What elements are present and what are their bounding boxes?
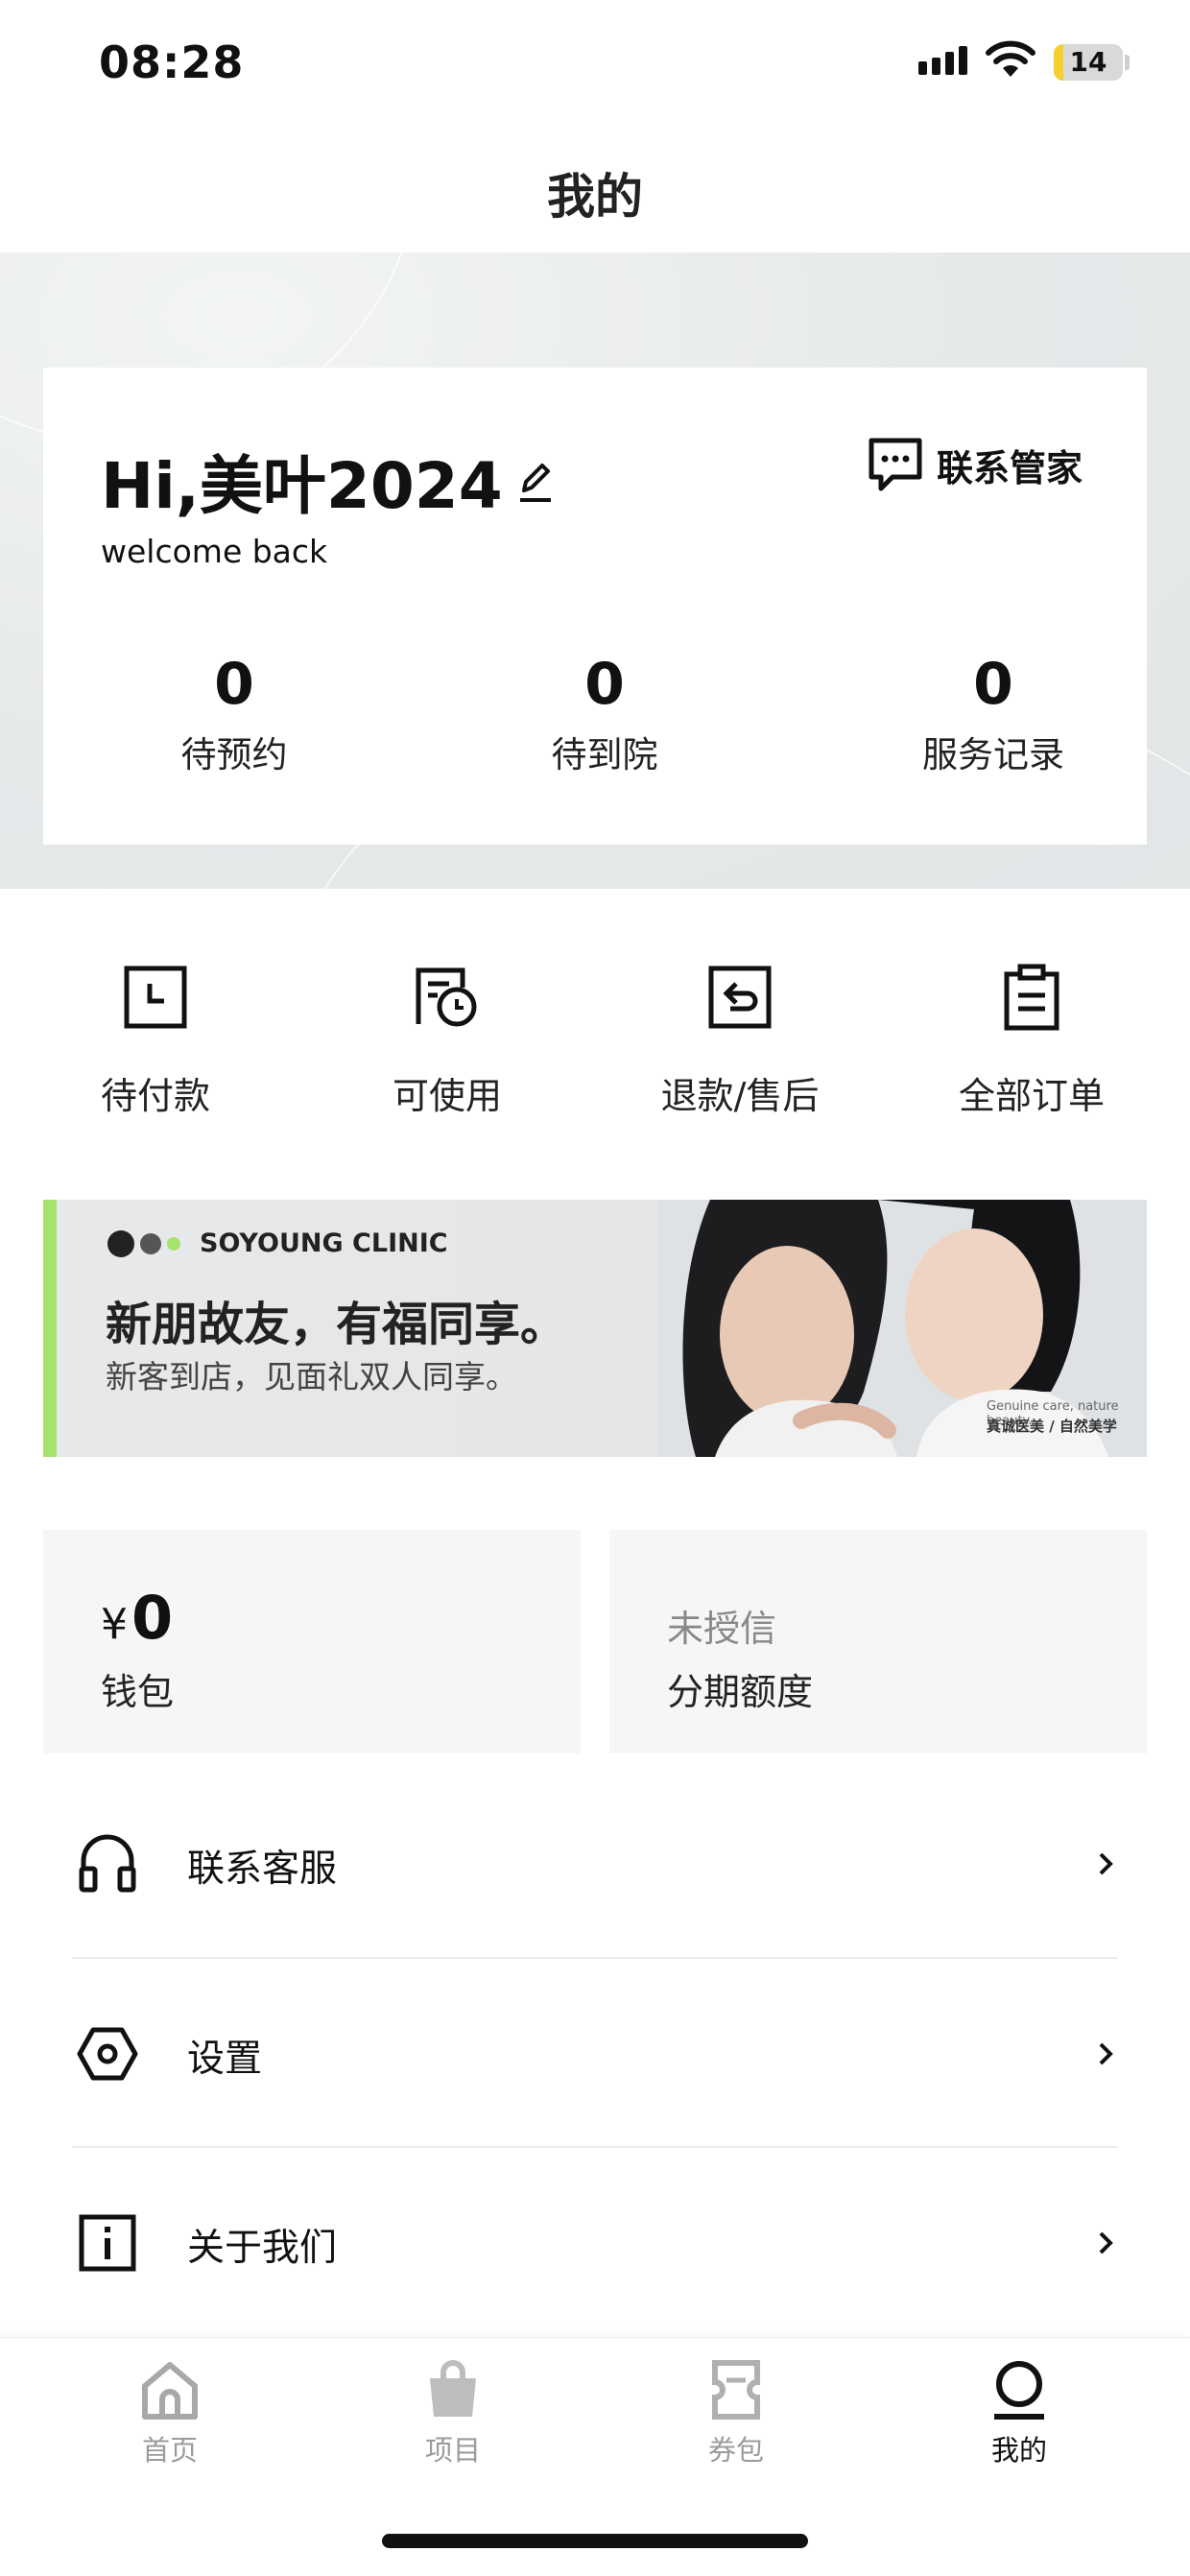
home-indicator[interactable] — [382, 2534, 808, 2548]
order-label: 可使用 — [392, 1075, 502, 1117]
battery-icon: 14 — [1054, 44, 1123, 81]
ticket-clock-icon — [416, 967, 477, 1027]
profile-card: Hi,美叶2024 welcome back 联系管家 0 待预约 0 待到院 — [43, 368, 1147, 845]
chevron-right-icon — [1099, 1852, 1113, 1875]
profile-page: 08:28 14 我的 Hi,美叶2024 welcome back 联系管家 … — [0, 0, 1190, 2576]
tab-label: 项目 — [424, 2434, 481, 2467]
wifi-icon — [986, 40, 1035, 77]
order-usable[interactable]: 可使用 — [332, 963, 562, 1119]
tab-home[interactable]: 首页 — [93, 2359, 247, 2469]
banner-accent-bar — [43, 1200, 57, 1457]
greeting-text: Hi,美叶2024 — [101, 449, 503, 523]
chevron-right-icon — [1099, 2042, 1113, 2065]
info-icon — [79, 2214, 136, 2272]
brand-logo: SOYOUNG CLINIC — [107, 1228, 448, 1258]
wallet-tile[interactable]: ¥ 0 钱包 — [43, 1530, 581, 1753]
clock-icon — [124, 966, 187, 1029]
edit-icon[interactable] — [516, 458, 555, 504]
refund-icon — [708, 966, 772, 1029]
status-time: 08:28 — [99, 36, 245, 88]
stat-label: 服务记录 — [922, 734, 1064, 775]
welcome-text: welcome back — [101, 533, 328, 570]
page-title: 我的 — [547, 169, 643, 225]
promo-banner[interactable]: SOYOUNG CLINIC 新朋故友，有福同享。 新客到店，见面礼双人同享。 … — [43, 1200, 1147, 1457]
tab-mine[interactable]: 我的 — [942, 2359, 1096, 2469]
banner-title: 新朋故友，有福同享。 — [106, 1298, 567, 1351]
headset-icon — [79, 1834, 136, 1893]
menu-item-about-us[interactable]: 关于我们 — [72, 2149, 1118, 2338]
menu-divider — [72, 2146, 1118, 2148]
menu-label: 联系客服 — [187, 1848, 338, 1891]
battery-tip — [1125, 55, 1130, 70]
contact-manager-button[interactable]: 联系管家 — [866, 435, 1083, 494]
stat-pending-visit[interactable]: 0 待到院 — [480, 651, 729, 777]
battery-level-text: 14 — [1069, 46, 1107, 78]
coupon-icon — [712, 2360, 760, 2420]
tab-label: 券包 — [707, 2434, 764, 2467]
contact-manager-label: 联系管家 — [937, 446, 1083, 489]
stat-label: 待预约 — [180, 734, 288, 775]
credit-label: 分期额度 — [667, 1671, 814, 1713]
credit-status: 未授信 — [667, 1608, 777, 1650]
wallet-label: 钱包 — [101, 1671, 175, 1713]
stat-service-records[interactable]: 0 服务记录 — [869, 651, 1118, 777]
order-pending-payment[interactable]: 待付款 — [40, 963, 271, 1119]
order-label: 全部订单 — [958, 1075, 1105, 1117]
banner-subtitle: 新客到店，见面礼双人同享。 — [106, 1358, 517, 1395]
currency-symbol: ¥ — [101, 1600, 128, 1649]
order-refund[interactable]: 退款/售后 — [625, 963, 855, 1119]
stat-pending-booking[interactable]: 0 待预约 — [109, 651, 359, 777]
menu-divider — [72, 1957, 1118, 1959]
wallet-amount: 0 — [131, 1583, 174, 1653]
order-all[interactable]: 全部订单 — [916, 963, 1147, 1119]
brand-name: SOYOUNG CLINIC — [200, 1228, 448, 1258]
installment-credit-tile[interactable]: 未授信 分期额度 — [609, 1530, 1147, 1753]
profile-icon — [994, 2361, 1044, 2420]
home-icon — [142, 2362, 198, 2420]
stat-value: 0 — [214, 651, 254, 718]
chevron-right-icon — [1099, 2231, 1113, 2254]
banner-note-cn: 真诚医美 / 自然美学 — [987, 1418, 1117, 1435]
order-label: 待付款 — [100, 1075, 210, 1117]
tab-coupons[interactable]: 券包 — [659, 2359, 813, 2469]
tab-label: 我的 — [990, 2434, 1047, 2467]
status-bar: 08:28 14 — [0, 0, 1190, 130]
stat-value: 0 — [584, 651, 625, 718]
wallet-balance: ¥ 0 — [101, 1583, 173, 1653]
cellular-signal-icon — [918, 46, 967, 75]
tab-label: 首页 — [141, 2434, 198, 2467]
menu-label: 关于我们 — [187, 2227, 338, 2270]
menu-item-settings[interactable]: 设置 — [72, 1960, 1118, 2149]
order-label: 退款/售后 — [660, 1075, 820, 1117]
chat-bubble-icon — [869, 438, 922, 491]
menu-label: 设置 — [187, 2038, 263, 2081]
settings-hex-icon — [77, 2027, 138, 2081]
user-greeting: Hi,美叶2024 — [101, 435, 555, 527]
stat-label: 待到院 — [551, 734, 658, 775]
shopping-bag-icon — [430, 2360, 476, 2417]
tab-projects[interactable]: 项目 — [376, 2359, 530, 2469]
clipboard-icon — [1004, 964, 1059, 1031]
stat-value: 0 — [973, 651, 1013, 718]
menu-item-customer-service[interactable]: 联系客服 — [72, 1770, 1118, 1959]
